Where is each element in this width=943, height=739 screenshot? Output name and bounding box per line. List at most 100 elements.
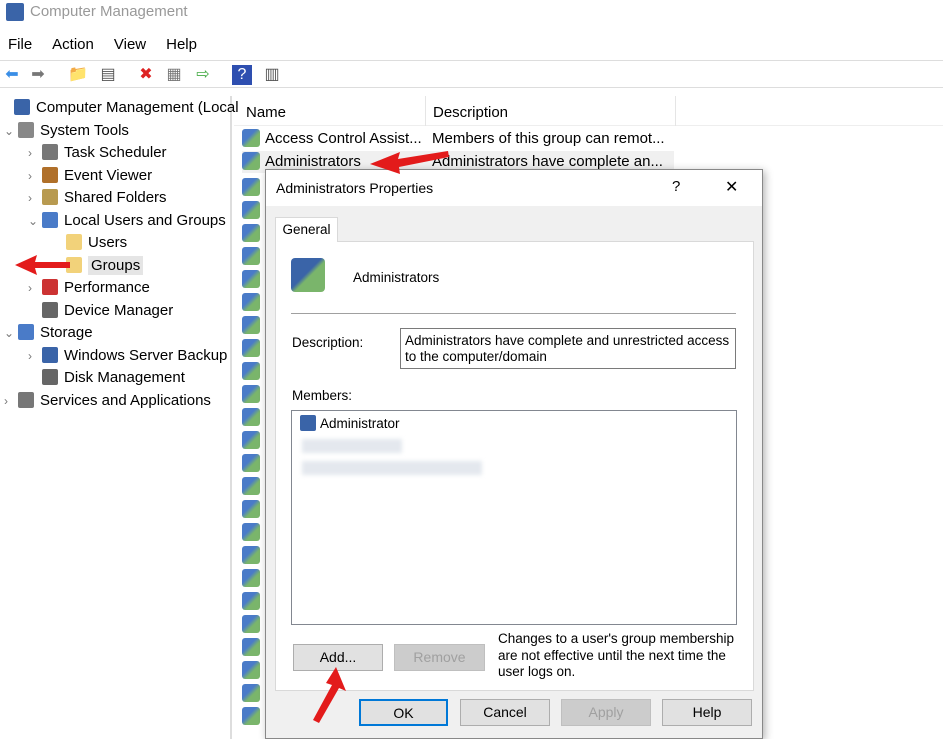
help-button[interactable]: ?: [672, 178, 680, 195]
cancel-button[interactable]: Cancel: [460, 699, 550, 726]
back-icon[interactable]: ⬅: [2, 65, 22, 85]
group-icon: [242, 569, 260, 587]
tree-item-task-scheduler[interactable]: › Task Scheduler: [28, 142, 167, 164]
group-icon: [242, 500, 260, 518]
tree-item-event-viewer[interactable]: › Event Viewer: [28, 165, 152, 187]
tree-item-performance[interactable]: › Performance: [28, 277, 150, 299]
group-icon: [242, 293, 260, 311]
apply-button[interactable]: Apply: [561, 699, 651, 726]
group-icon: [242, 362, 260, 380]
folder-icon: [66, 234, 82, 250]
menu-help[interactable]: Help: [166, 36, 197, 53]
node-icon: [42, 211, 58, 228]
expand-chevron-icon[interactable]: ⌄: [4, 322, 18, 344]
expand-chevron-icon[interactable]: ›: [28, 277, 42, 299]
properties-dialog: Administrators Properties ? ✕ General Ad…: [265, 169, 763, 739]
blurred-member: [302, 461, 482, 475]
group-icon: [242, 546, 260, 564]
group-icon: [242, 454, 260, 472]
user-icon: [300, 415, 316, 431]
ok-button[interactable]: OK: [359, 699, 448, 726]
group-icon: [242, 684, 260, 702]
tree-item-system-tools[interactable]: ⌄ System Tools: [4, 120, 129, 142]
tree-item-local-users-and-groups[interactable]: ⌄ Local Users and Groups: [28, 210, 226, 232]
menu-view[interactable]: View: [114, 36, 146, 53]
group-icon: [242, 638, 260, 656]
group-icon: [291, 258, 325, 292]
group-icon: [242, 247, 260, 265]
expand-chevron-icon[interactable]: ⌄: [28, 210, 42, 232]
up-folder-icon[interactable]: 📁: [68, 65, 88, 85]
arrow-annotation-add: [313, 667, 346, 723]
node-icon: [42, 189, 58, 205]
membership-note: Changes to a user's group membership are…: [498, 631, 734, 679]
window-title: Computer Management: [30, 3, 188, 20]
tree-item-device-manager[interactable]: Device Manager: [28, 300, 173, 322]
node-icon: [18, 324, 34, 340]
node-icon: [42, 279, 58, 295]
app-icon: [6, 3, 24, 21]
group-icon: [242, 661, 260, 679]
group-icon: [242, 270, 260, 288]
help-dialog-button[interactable]: Help: [662, 699, 752, 726]
delete-icon[interactable]: ✖: [136, 65, 156, 85]
expand-chevron-icon[interactable]: ⌄: [4, 120, 18, 142]
tree-item-shared-folders[interactable]: › Shared Folders: [28, 187, 167, 209]
dialog-title: Administrators Properties: [276, 180, 434, 196]
group-icon: [242, 615, 260, 633]
description-label: Description:: [292, 335, 364, 350]
menu-file[interactable]: File: [8, 36, 32, 53]
forward-icon[interactable]: ➡: [28, 65, 48, 85]
node-icon: [14, 99, 30, 115]
group-icon: [242, 408, 260, 426]
menu-action[interactable]: Action: [52, 36, 94, 53]
group-icon: [242, 152, 260, 170]
group-icon: [242, 477, 260, 495]
tree-item-computer-management-local[interactable]: Computer Management (Local: [0, 97, 239, 119]
group-icon: [242, 129, 260, 147]
node-icon: [42, 346, 58, 363]
node-icon: [18, 391, 34, 408]
list-item[interactable]: Access Control Assist... Members of this …: [242, 128, 665, 150]
members-label: Members:: [292, 388, 353, 403]
show-hide-tree-icon[interactable]: ▤: [98, 65, 118, 85]
expand-chevron-icon[interactable]: ›: [28, 165, 42, 187]
node-icon: [42, 301, 58, 318]
group-icon: [242, 201, 260, 219]
expand-chevron-icon[interactable]: ›: [28, 142, 42, 164]
expand-chevron-icon[interactable]: ›: [28, 345, 42, 367]
remove-button[interactable]: Remove: [394, 644, 485, 671]
arrow-annotation-groups: [15, 255, 70, 275]
column-description[interactable]: Description: [433, 104, 508, 121]
arrow-annotation-administrators: [370, 151, 449, 174]
group-name: Administrators: [353, 270, 440, 285]
group-icon: [242, 523, 260, 541]
tree-item-services-and-applications[interactable]: › Services and Applications: [4, 390, 211, 412]
expand-chevron-icon[interactable]: ›: [4, 390, 18, 412]
close-button[interactable]: ✕: [725, 177, 738, 197]
group-icon: [242, 707, 260, 725]
member-item[interactable]: Administrator: [292, 411, 736, 435]
group-icon: [242, 385, 260, 403]
tree-item-users[interactable]: Users: [52, 232, 127, 254]
help-icon[interactable]: ?: [232, 65, 252, 85]
group-icon: [242, 431, 260, 449]
node-icon: [42, 369, 58, 385]
group-icon: [242, 592, 260, 610]
menu-bar: File Action View Help: [8, 36, 217, 53]
expand-chevron-icon[interactable]: ›: [28, 187, 42, 209]
members-list[interactable]: Administrator: [291, 410, 737, 625]
export-icon[interactable]: ⇨: [193, 65, 213, 85]
tree-item-disk-management[interactable]: Disk Management: [28, 367, 185, 389]
description-field[interactable]: Administrators have complete and unrestr…: [400, 328, 736, 369]
group-icon: [242, 178, 260, 196]
tree-item-windows-server-backup[interactable]: › Windows Server Backup: [28, 345, 227, 367]
action-pane-icon[interactable]: ▥: [262, 65, 282, 85]
properties-icon[interactable]: ▦: [164, 65, 184, 85]
group-icon: [242, 224, 260, 242]
node-icon: [42, 166, 58, 183]
blurred-member: [302, 439, 402, 453]
tree-item-storage[interactable]: ⌄ Storage: [4, 322, 93, 344]
tab-general[interactable]: General: [275, 217, 338, 242]
column-name[interactable]: Name: [246, 104, 286, 121]
